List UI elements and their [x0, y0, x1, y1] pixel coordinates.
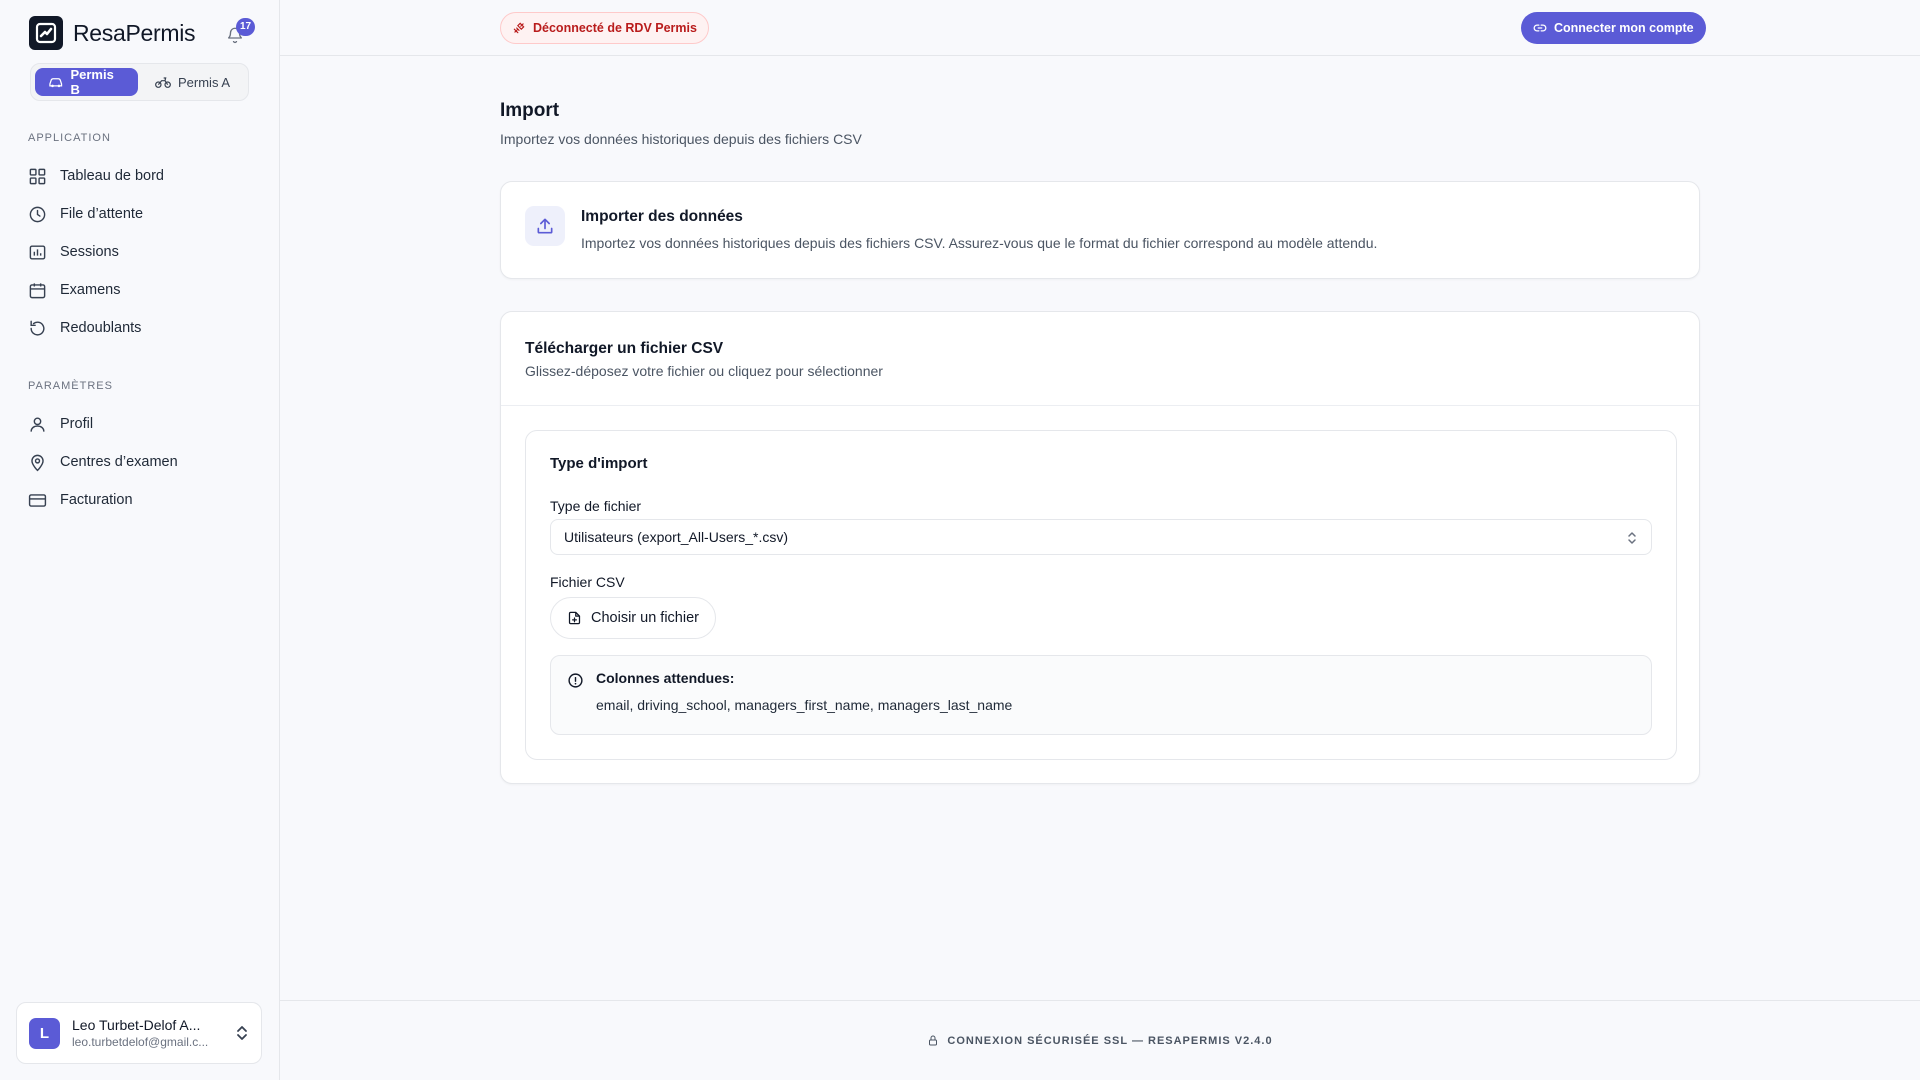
import-card-description: Importez vos données historiques depuis … [581, 235, 1378, 251]
upload-csv-card: Télécharger un fichier CSV Glissez-dépos… [500, 311, 1700, 784]
expected-columns-value: email, driving_school, managers_first_na… [596, 697, 1013, 713]
choose-file-button[interactable]: Choisir un fichier [550, 597, 716, 639]
sidebar-item-label: Centres d’examen [60, 454, 178, 470]
section-label-application: APPLICATION [28, 132, 111, 144]
footer-text: CONNEXION SÉCURISÉE SSL — RESAPERMIS V2.… [947, 1034, 1273, 1047]
chart-icon [29, 244, 46, 260]
csv-file-label: Fichier CSV [550, 574, 625, 590]
permis-a-button[interactable]: Permis A [142, 68, 243, 96]
permis-a-label: Permis A [178, 74, 231, 90]
clock-icon [29, 206, 46, 222]
choose-file-label: Choisir un fichier [591, 610, 699, 626]
map-pin-icon [31, 454, 44, 471]
credit-card-icon [28, 493, 47, 507]
section-label-settings: PARAMÈTRES [28, 380, 113, 392]
user-icon [30, 416, 45, 432]
sidebar-item-dashboard[interactable]: Tableau de bord [28, 164, 164, 188]
disconnected-badge[interactable]: Déconnecté de RDV Permis [500, 12, 709, 44]
import-card-title: Importer des données [581, 208, 743, 225]
sidebar-item-label: Tableau de bord [60, 168, 164, 184]
sidebar-item-profile[interactable]: Profil [28, 412, 93, 436]
notification-badge: 17 [236, 18, 256, 36]
topbar: Déconnecté de RDV Permis Connecter mon c… [280, 0, 1920, 56]
file-type-value: Utilisateurs (export_All-Users_*.csv) [564, 529, 789, 545]
app-name: ResaPermis [73, 19, 196, 46]
calendar-icon [29, 282, 46, 298]
permis-b-button[interactable]: Permis B [35, 67, 138, 97]
import-info-card: Importer des données Importez vos donnée… [500, 181, 1700, 279]
connect-account-label: Connecter mon compte [1554, 21, 1694, 35]
permis-b-label: Permis B [70, 67, 114, 97]
sidebar-item-exams[interactable]: Examens [28, 278, 120, 302]
brand[interactable]: ResaPermis [29, 16, 196, 50]
disconnected-label: Déconnecté de RDV Permis [533, 21, 697, 35]
upload-card-subtitle: Glissez-déposez votre fichier ou cliquez… [525, 363, 883, 379]
sidebar-item-repeaters[interactable]: Redoublants [28, 316, 141, 340]
sidebar-item-label: Sessions [60, 244, 119, 260]
grid-icon [29, 168, 46, 184]
sidebar-item-label: File d’attente [60, 206, 144, 222]
import-type-panel: Type d'import Type de fichier Utilisateu… [525, 430, 1677, 760]
file-type-select[interactable]: Utilisateurs (export_All-Users_*.csv) [550, 519, 1652, 555]
sidebar-item-exam-centers[interactable]: Centres d’examen [28, 450, 178, 474]
file-plus-icon [568, 611, 581, 625]
import-type-title: Type d'import [550, 455, 648, 472]
upload-card-title: Télécharger un fichier CSV [525, 340, 724, 357]
info-icon [568, 673, 583, 688]
logo-icon [29, 16, 63, 50]
sidebar-item-sessions[interactable]: Sessions [28, 240, 119, 264]
sidebar-item-label: Profil [60, 416, 94, 432]
user-menu[interactable]: L Leo Turbet-Delof A... leo.turbetdelof@… [16, 1002, 262, 1064]
user-email: leo.turbetdelof@gmail.c... [72, 1035, 209, 1049]
file-type-label: Type de fichier [550, 498, 642, 514]
sidebar-item-queue[interactable]: File d’attente [28, 202, 143, 226]
rotate-icon [30, 320, 45, 336]
footer: CONNEXION SÉCURISÉE SSL — RESAPERMIS V2.… [280, 1000, 1920, 1080]
page-title: Import [500, 100, 560, 121]
upload-card-header: Télécharger un fichier CSV Glissez-dépos… [501, 312, 1699, 406]
sidebar: ResaPermis 17 Permis B Permis A APPLICAT… [0, 0, 280, 1080]
connect-account-button[interactable]: Connecter mon compte [1521, 12, 1706, 44]
sidebar-item-label: Facturation [60, 492, 133, 508]
sidebar-item-billing[interactable]: Facturation [28, 488, 133, 512]
car-icon [49, 78, 63, 88]
expected-columns-box: Colonnes attendues: email, driving_schoo… [550, 655, 1652, 735]
unplug-icon [513, 22, 525, 34]
permis-toggle: Permis B Permis A [30, 63, 249, 101]
page-subtitle: Importez vos données historiques depuis … [500, 131, 862, 147]
lock-icon [929, 1035, 938, 1046]
sidebar-item-label: Redoublants [60, 320, 142, 336]
chevron-up-down-icon [237, 1026, 247, 1040]
chevron-up-down-icon [1628, 532, 1636, 544]
link-icon [1533, 24, 1547, 32]
notifications-button[interactable]: 17 [226, 18, 256, 46]
upload-icon [525, 206, 565, 246]
user-name: Leo Turbet-Delof A... [72, 1017, 201, 1033]
avatar: L [29, 1017, 60, 1049]
expected-columns-title: Colonnes attendues: [596, 670, 735, 686]
motorcycle-icon [155, 77, 171, 88]
sidebar-item-label: Examens [60, 282, 121, 298]
